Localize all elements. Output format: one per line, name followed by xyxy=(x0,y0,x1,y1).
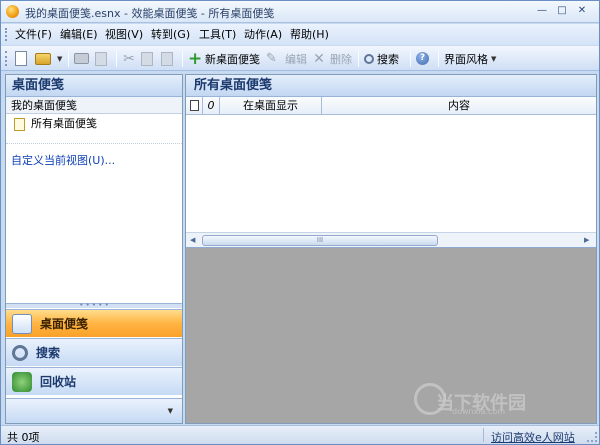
column-attachment-header[interactable]: 0 xyxy=(203,97,220,115)
column-icon-header[interactable] xyxy=(186,97,203,115)
print-preview-button[interactable] xyxy=(95,49,110,68)
menu-tools[interactable]: 工具(T) xyxy=(199,27,236,43)
search-label: 搜索 xyxy=(377,52,399,66)
column-show-on-desktop[interactable]: 在桌面显示 xyxy=(220,97,322,115)
nav-search-label: 搜索 xyxy=(36,346,61,360)
resize-grip[interactable] xyxy=(587,432,597,442)
menu-help[interactable]: 帮助(H) xyxy=(290,27,329,43)
help-icon: ? xyxy=(416,52,429,65)
new-document-icon xyxy=(15,51,27,66)
menu-edit[interactable]: 编辑(E) xyxy=(60,27,98,43)
title-bar: 我的桌面便笺.esnx - 效能桌面便笺 - 所有桌面便笺 — □ ✕ xyxy=(1,1,599,23)
printer-icon xyxy=(74,53,89,64)
nav-recycle-label: 回收站 xyxy=(40,375,77,389)
app-window: 我的桌面便笺.esnx - 效能桌面便笺 - 所有桌面便笺 — □ ✕ 文件(F… xyxy=(0,0,600,445)
nav-options[interactable]: ▼ xyxy=(6,398,182,423)
left-pane: 桌面便笺 我的桌面便笺 所有桌面便笺 自定义当前视图(U)... • • • •… xyxy=(5,74,183,424)
copy-icon xyxy=(141,51,153,66)
edit-label: 编辑 xyxy=(285,52,307,66)
delete-label: 删除 xyxy=(330,52,352,66)
menu-bar: 文件(F) 编辑(E) 视图(V) 转到(G) 工具(T) 动作(A) 帮助(H… xyxy=(1,24,599,45)
chevron-down-icon: ▼ xyxy=(167,407,173,415)
plus-icon: + xyxy=(188,48,203,69)
new-file-button[interactable] xyxy=(13,49,29,68)
scroll-thumb[interactable]: III xyxy=(202,235,438,246)
copy-button[interactable] xyxy=(141,49,156,68)
edit-button[interactable]: ✎ 编辑 xyxy=(266,49,307,68)
paperclip-icon: 0 xyxy=(207,99,215,112)
scroll-right-icon[interactable]: ▶ xyxy=(584,236,589,244)
toolbar-separator xyxy=(358,50,359,67)
notes-icon xyxy=(12,313,32,334)
section-header: 我的桌面便笺 xyxy=(6,97,182,114)
menu-file[interactable]: 文件(F) xyxy=(15,27,52,43)
menu-view[interactable]: 视图(V) xyxy=(105,27,143,43)
toolbar-separator xyxy=(438,50,439,67)
paste-icon xyxy=(161,51,173,66)
cut-button[interactable]: ✂ xyxy=(121,49,140,68)
custom-view-link[interactable]: 自定义当前视图(U)... xyxy=(6,143,182,167)
toolbar-separator xyxy=(116,50,117,67)
left-pane-title: 桌面便笺 xyxy=(6,75,182,97)
nav-notes[interactable]: 桌面便笺 xyxy=(6,309,182,337)
menu-grip xyxy=(5,28,8,41)
chevron-down-icon: ▼ xyxy=(57,54,63,63)
tree-item-all-notes[interactable]: 所有桌面便笺 xyxy=(6,114,182,134)
folder-icon xyxy=(35,52,51,65)
print-preview-icon xyxy=(95,51,107,66)
theme-dropdown[interactable]: 界面风格 ▼ xyxy=(444,49,496,68)
toolbar-grip xyxy=(5,51,8,66)
minimize-button[interactable]: — xyxy=(535,4,549,18)
chevron-down-icon: ▼ xyxy=(491,54,497,63)
new-note-button[interactable]: + 新桌面便笺 xyxy=(188,49,260,68)
delete-button[interactable]: ✕ 删除 xyxy=(311,49,352,68)
close-button[interactable]: ✕ xyxy=(575,4,589,18)
column-content[interactable]: 内容 xyxy=(322,97,596,115)
paste-button[interactable] xyxy=(161,49,176,68)
menu-action[interactable]: 动作(A) xyxy=(244,27,282,43)
right-pane: 所有桌面便笺 0 在桌面显示 内容 ◀ III ▶ 当下软件园 downxia.… xyxy=(185,74,597,424)
scissors-icon: ✂ xyxy=(123,50,135,67)
note-icon xyxy=(14,117,25,131)
scroll-left-icon[interactable]: ◀ xyxy=(190,236,195,244)
pencil-icon: ✎ xyxy=(266,50,277,66)
item-count: 共 0项 xyxy=(7,431,40,444)
maximize-button[interactable]: □ xyxy=(555,4,569,18)
search-button[interactable]: 搜索 xyxy=(364,49,399,68)
splitter-handle[interactable]: • • • • • xyxy=(6,302,182,309)
document-icon xyxy=(189,100,199,111)
nav-notes-label: 桌面便笺 xyxy=(40,317,89,331)
status-separator xyxy=(483,428,484,442)
tree-item-label: 所有桌面便笺 xyxy=(31,117,97,130)
toolbar-separator xyxy=(410,50,411,67)
delete-icon: ✕ xyxy=(313,50,325,67)
recycle-bin-icon xyxy=(12,371,32,392)
horizontal-scrollbar[interactable]: ◀ III ▶ xyxy=(186,232,596,247)
print-button[interactable] xyxy=(74,49,92,68)
window-title: 我的桌面便笺.esnx - 效能桌面便笺 - 所有桌面便笺 xyxy=(25,7,275,20)
menu-goto[interactable]: 转到(G) xyxy=(151,27,190,43)
nav-search[interactable]: 搜索 xyxy=(6,338,182,366)
nav-recycle[interactable]: 回收站 xyxy=(6,367,182,395)
website-link[interactable]: 访问高效e人网站 xyxy=(491,429,575,445)
notes-table[interactable]: 0 在桌面显示 内容 ◀ III ▶ xyxy=(186,97,596,248)
app-logo-icon xyxy=(6,5,19,18)
toolbar: ▼ ✂ + 新桌面便笺 ✎ 编辑 ✕ 删除 搜索 ? 界面风格 ▼ xyxy=(1,46,599,71)
theme-label: 界面风格 xyxy=(444,52,488,66)
open-file-button[interactable]: ▼ xyxy=(35,49,62,68)
search-icon xyxy=(12,344,28,361)
help-button[interactable]: ? xyxy=(416,49,432,68)
new-note-label: 新桌面便笺 xyxy=(205,52,260,66)
toolbar-separator xyxy=(68,50,69,67)
right-pane-title: 所有桌面便笺 xyxy=(186,75,596,97)
toolbar-separator xyxy=(182,50,183,67)
watermark-subtext: downxia.com xyxy=(452,407,506,416)
search-icon xyxy=(364,54,374,64)
note-preview-area: 当下软件园 downxia.com xyxy=(186,249,596,423)
status-bar: 共 0项 访问高效e人网站 xyxy=(1,425,599,444)
